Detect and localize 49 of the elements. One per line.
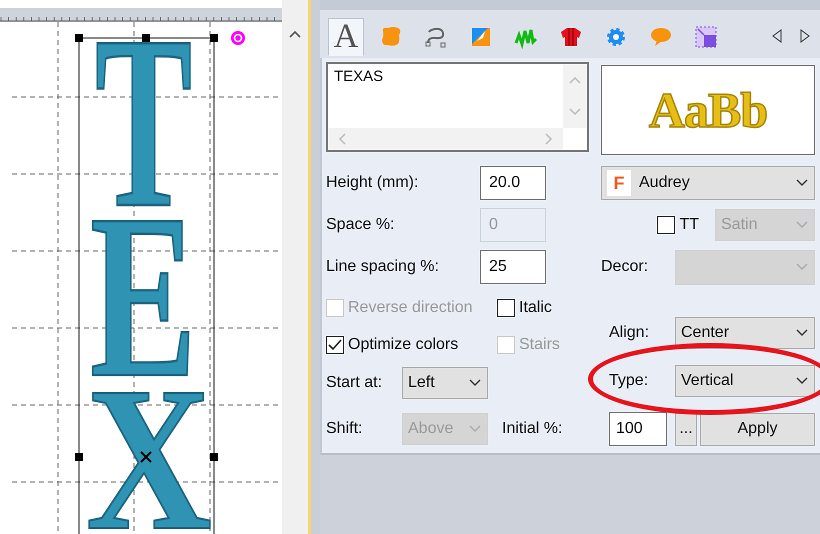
checkbox[interactable]: TT (657, 216, 699, 234)
speech-bubble-icon (649, 25, 673, 49)
number-field[interactable]: 25 (480, 250, 546, 284)
field-label: Start at: (326, 374, 384, 392)
font-dropdown[interactable]: F Audrey (601, 166, 815, 200)
jacket-icon (559, 25, 583, 49)
more-button[interactable]: ... (675, 412, 697, 446)
font-type-icon: F (607, 170, 631, 196)
checkbox[interactable]: Optimize colors (326, 336, 497, 354)
checkbox[interactable]: Italic (497, 299, 552, 317)
curve-path-icon (424, 25, 448, 49)
blob-shape-icon (379, 25, 403, 49)
selection-frame[interactable] (75, 34, 218, 534)
text-input-field[interactable]: TEXAS (326, 62, 589, 152)
dropdown[interactable]: Left (402, 367, 488, 399)
scroll-down-icon[interactable] (569, 108, 581, 116)
chevron-down-icon (469, 379, 481, 387)
settings-icon (604, 25, 628, 49)
field-label: Type: (609, 372, 650, 390)
scroll-left-icon[interactable] (338, 133, 346, 145)
dropdown[interactable]: Vertical (675, 365, 815, 397)
field-label: Initial %: (502, 420, 564, 438)
dropdown[interactable]: Center (675, 317, 815, 349)
scroll-right-icon[interactable] (545, 133, 553, 145)
right-triangle-icon (800, 28, 810, 42)
chevron-down-icon (796, 221, 808, 229)
number-field[interactable]: 100 (609, 412, 667, 446)
field-label: Decor: (601, 258, 650, 276)
chevron-down-icon (796, 263, 808, 271)
field-label: Space %: (326, 216, 396, 234)
rotate-handle-icon[interactable] (231, 31, 245, 45)
arrow-square-icon (469, 25, 493, 49)
apply-button[interactable]: Apply (700, 412, 815, 446)
toolbar-tab[interactable]: A (328, 18, 364, 56)
left-triangle-icon (772, 28, 782, 42)
field-label: Shift: (326, 420, 364, 438)
scroll-up-icon[interactable] (289, 30, 301, 38)
checkmark-icon (328, 339, 342, 351)
chevron-down-icon (796, 179, 808, 187)
field-label: Align: (609, 324, 650, 342)
chevron-down-icon (469, 425, 481, 433)
chevron-down-icon (796, 329, 808, 337)
chevron-down-icon (796, 377, 808, 385)
vertical-scrollbar[interactable] (282, 0, 308, 534)
preview-text: AaBb (648, 81, 768, 139)
resize-frame-icon (694, 25, 718, 49)
number-field[interactable]: 20.0 (480, 166, 546, 200)
field-label: Height (mm): (326, 174, 420, 192)
field-label: Line spacing %: (326, 258, 440, 276)
